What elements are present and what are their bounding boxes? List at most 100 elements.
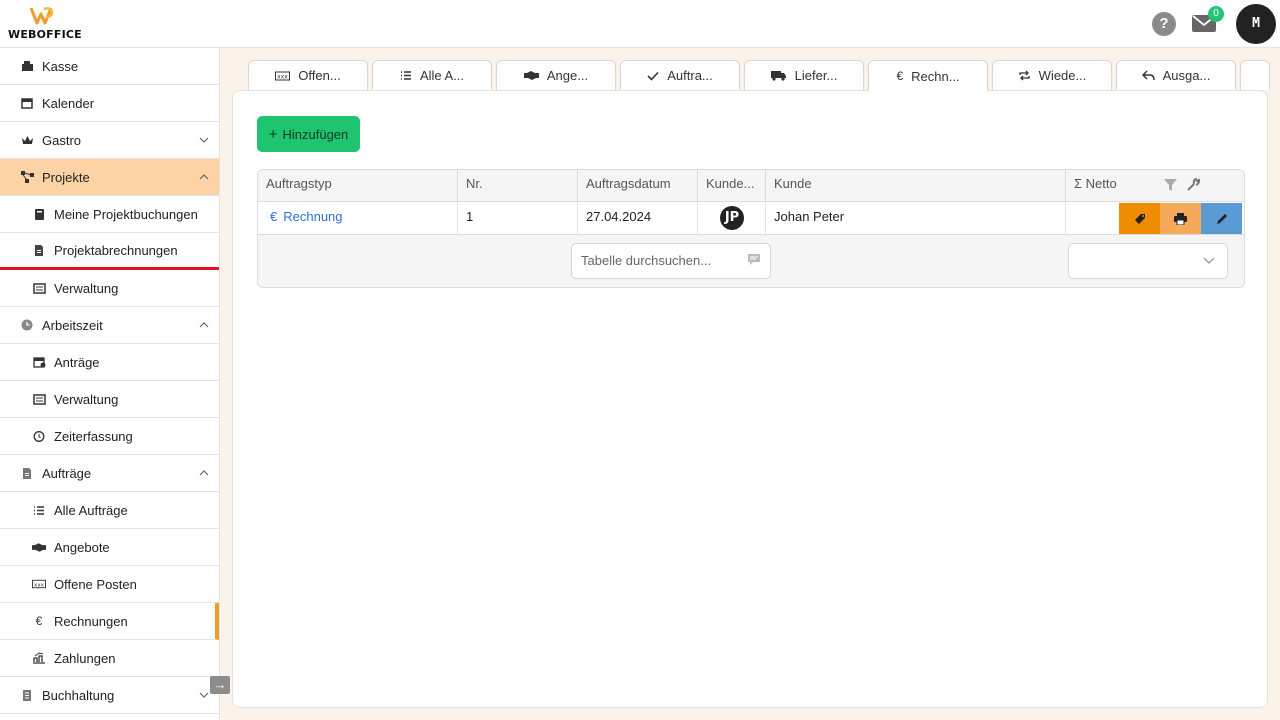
- column-header-auftragstyp[interactable]: Auftragstyp: [258, 170, 458, 202]
- tab-angebote[interactable]: Ange...: [496, 60, 616, 90]
- sidebar-item-antraege[interactable]: Anträge: [0, 344, 219, 381]
- tab-ausgaben[interactable]: Ausga...: [1116, 60, 1236, 90]
- handshake-icon: [523, 70, 539, 81]
- mail-count-badge: 0: [1208, 6, 1224, 22]
- table-row[interactable]: € Rechnung 1 27.04.2024 JP Johan Peter: [258, 202, 1244, 235]
- sidebar-item-label: Zahlungen: [54, 650, 116, 666]
- tag-icon: [1134, 213, 1145, 224]
- chevron-up-icon: [199, 470, 209, 476]
- sidebar-item-meine-projektbuchungen[interactable]: Meine Projektbuchungen: [0, 196, 219, 233]
- list-ul-icon: [400, 70, 412, 81]
- tab-wiederkehrend[interactable]: Wiede...: [992, 60, 1112, 90]
- sidebar-item-label: Offene Posten: [54, 576, 137, 592]
- tab-alle-auftraege[interactable]: Alle A...: [372, 60, 492, 90]
- cell-auftragstyp[interactable]: € Rechnung: [258, 202, 458, 235]
- sidebar-collapse-button[interactable]: →: [210, 676, 230, 694]
- tab-more[interactable]: [1240, 60, 1270, 90]
- chevron-down-icon: [199, 692, 209, 698]
- euro-icon: €: [896, 69, 904, 83]
- column-header-kunde[interactable]: Kunde: [766, 170, 1066, 202]
- svg-text:xxx: xxx: [277, 73, 288, 80]
- sidebar-item-label: Gastro: [42, 132, 82, 148]
- calendar-icon: [20, 96, 34, 110]
- tab-auftraege[interactable]: Auftra...: [620, 60, 740, 90]
- check-icon: [647, 71, 659, 81]
- sidebar-item-label: Buchhaltung: [42, 687, 115, 703]
- sidebar-item-label: Angebote: [54, 539, 110, 555]
- sidebar-item-label: Kalender: [42, 95, 95, 111]
- column-header-netto[interactable]: Σ Netto: [1066, 170, 1244, 202]
- table-search-input[interactable]: Tabelle durchsuchen...: [571, 243, 771, 279]
- clock-icon: [20, 318, 34, 332]
- column-header-nr[interactable]: Nr.: [458, 170, 578, 202]
- sidebar-item-label: Anträge: [54, 354, 100, 370]
- list-ul-icon: [32, 503, 46, 517]
- tag-button[interactable]: [1119, 203, 1160, 234]
- reply-icon: [1141, 70, 1155, 81]
- wrench-icon[interactable]: [1187, 178, 1200, 191]
- invoices-table: Auftragstyp Nr. Auftragsdatum Kunde... K…: [257, 169, 1245, 288]
- help-button[interactable]: ?: [1152, 12, 1176, 36]
- tab-lieferscheine[interactable]: Liefer...: [744, 60, 864, 90]
- chevron-up-icon: [199, 174, 209, 180]
- sidebar-item-offene-posten[interactable]: xxx Offene Posten: [0, 566, 219, 603]
- sidebar-item-zahlungen[interactable]: Zahlungen: [0, 640, 219, 677]
- customer-avatar: JP: [720, 206, 744, 230]
- sidebar-item-angebote[interactable]: Angebote: [0, 529, 219, 566]
- filter-icon[interactable]: [1164, 179, 1177, 191]
- add-button[interactable]: + Hinzufügen: [257, 116, 360, 152]
- sidebar-item-label: Aufträge: [42, 465, 92, 481]
- logo[interactable]: WEBOFFICE: [8, 6, 82, 42]
- tab-label: Liefer...: [794, 68, 838, 83]
- sidebar-item-zeiterfassung[interactable]: Zeiterfassung: [0, 418, 219, 455]
- cell-auftragstyp-label: Rechnung: [283, 209, 343, 224]
- sidebar-item-projekte[interactable]: Projekte: [0, 159, 219, 196]
- edit-button[interactable]: [1201, 203, 1242, 234]
- tab-label: Alle A...: [419, 68, 465, 83]
- sidebar-item-rechnungen[interactable]: € Rechnungen: [0, 603, 219, 640]
- plus-icon: +: [268, 125, 278, 143]
- sidebar-item-projekte-verwaltung[interactable]: Verwaltung: [0, 270, 219, 307]
- add-button-label: Hinzufügen: [282, 126, 349, 142]
- chevron-up-icon: [199, 322, 209, 328]
- logo-text: WEBOFFICE: [8, 28, 82, 41]
- money-bill-icon: xxx: [32, 577, 46, 591]
- tab-offene-posten[interactable]: xxx Offen...: [248, 60, 368, 90]
- sidebar-item-projektabrechnungen[interactable]: Projektabrechnungen: [0, 233, 219, 270]
- sidebar-item-label: Alle Aufträge: [54, 502, 128, 518]
- cell-nr: 1: [458, 202, 578, 235]
- top-bar: WEBOFFICE ? 0 M: [0, 0, 1280, 48]
- money-bill-icon: xxx: [275, 71, 291, 81]
- tab-rechnungen[interactable]: € Rechn...: [868, 60, 988, 91]
- sidebar-item-label: Arbeitszeit: [42, 317, 103, 333]
- sidebar-item-label: Kasse: [42, 58, 79, 74]
- tab-label: Wiede...: [1038, 68, 1087, 83]
- column-header-auftragsdatum[interactable]: Auftragsdatum: [578, 170, 698, 202]
- sidebar-item-kasse[interactable]: Kasse: [0, 48, 219, 85]
- repeat-icon: [1018, 70, 1031, 81]
- document-icon: [20, 466, 34, 480]
- sidebar-item-alle-auftraege[interactable]: Alle Aufträge: [0, 492, 219, 529]
- column-header-kunde-avatar[interactable]: Kunde...: [698, 170, 766, 202]
- sidebar-item-auftraege[interactable]: Aufträge: [0, 455, 219, 492]
- sidebar-item-buchhaltung[interactable]: Buchhaltung: [0, 677, 219, 714]
- sidebar-item-gastro[interactable]: Gastro: [0, 122, 219, 159]
- chevron-down-icon: [199, 137, 209, 143]
- sidebar-item-label: Projekte: [42, 169, 90, 185]
- sidebar-item-arbeitszeit-verwaltung[interactable]: Verwaltung: [0, 381, 219, 418]
- stopwatch-icon: [32, 429, 46, 443]
- table-header: Auftragstyp Nr. Auftragsdatum Kunde... K…: [258, 170, 1244, 202]
- print-button[interactable]: [1160, 203, 1201, 234]
- sidebar-item-label: Rechnungen: [54, 613, 128, 629]
- sidebar: Kasse Kalender Gastro Projekte Meine Pro…: [0, 48, 220, 720]
- user-avatar[interactable]: M: [1236, 4, 1276, 44]
- page-size-select[interactable]: [1068, 243, 1228, 279]
- sidebar-item-label: Verwaltung: [54, 391, 119, 407]
- sidebar-item-kalender[interactable]: Kalender: [0, 85, 219, 122]
- euro-icon: €: [35, 614, 43, 628]
- crown-icon: [20, 133, 34, 147]
- cell-kunde-avatar: JP: [698, 202, 766, 235]
- tab-label: Ange...: [546, 68, 589, 83]
- ledger-icon: [20, 688, 34, 702]
- sidebar-item-arbeitszeit[interactable]: Arbeitszeit: [0, 307, 219, 344]
